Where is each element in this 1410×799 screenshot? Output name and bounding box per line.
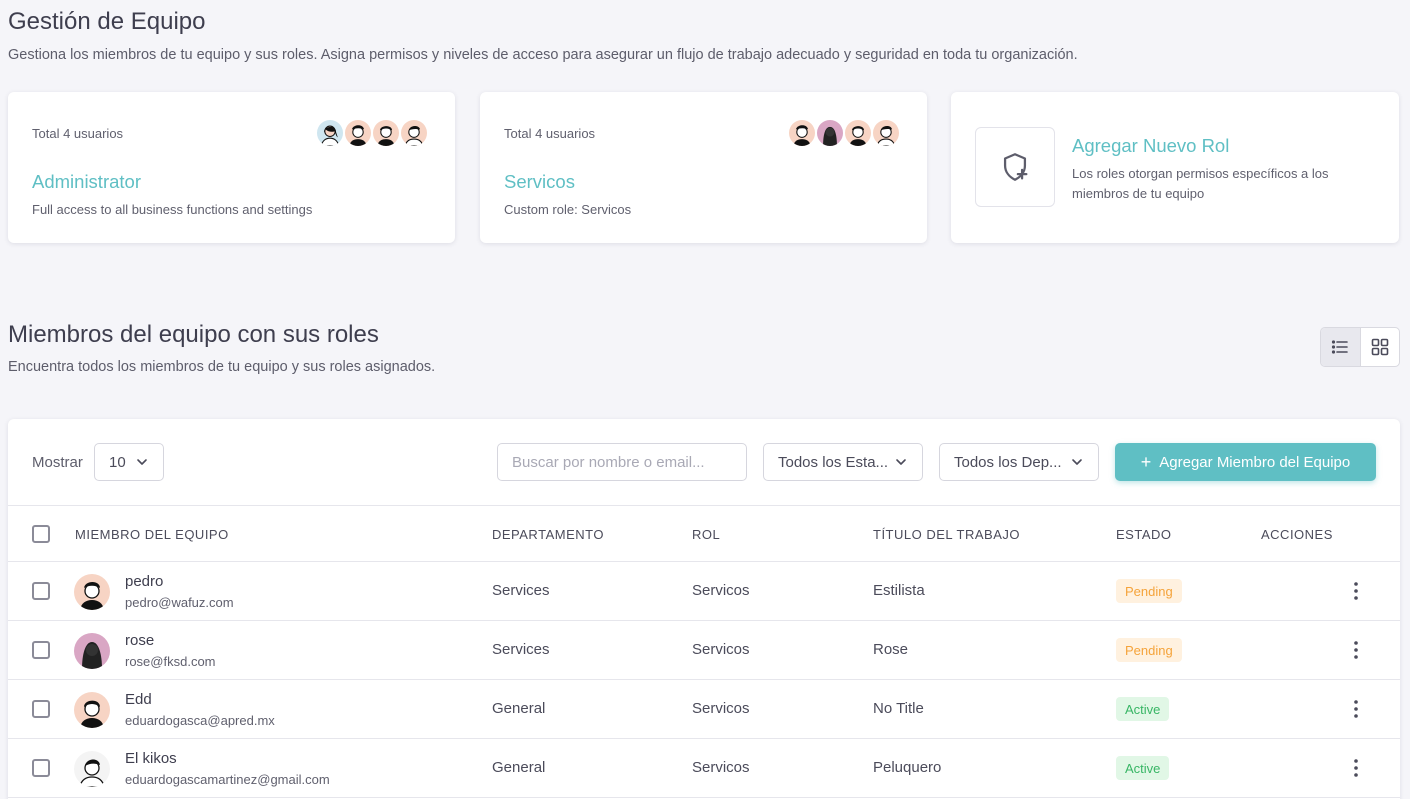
table-row: El kikos eduardogascamartinez@gmail.com …	[8, 739, 1400, 798]
page-title: Gestión de Equipo	[8, 8, 206, 35]
avatar	[343, 118, 373, 148]
status-filter-value: Todos los Esta...	[778, 453, 889, 471]
list-view-button[interactable]	[1321, 328, 1361, 366]
role-name[interactable]: Administrator	[32, 171, 141, 193]
member-job-title: Rose	[873, 641, 909, 658]
avatar	[371, 118, 401, 148]
kebab-menu-icon[interactable]	[1348, 639, 1364, 661]
member-department: General	[492, 759, 546, 776]
column-header-role[interactable]: ROL	[692, 527, 720, 542]
view-toggle	[1320, 327, 1400, 367]
table-row: pedro pedro@wafuz.com Services Servicos …	[8, 562, 1400, 621]
show-entries-label: Mostrar	[32, 454, 83, 471]
row-checkbox[interactable]	[32, 582, 50, 600]
avatar-group	[315, 118, 429, 148]
chevron-down-icon	[1072, 459, 1082, 465]
member-email: eduardogasca@apred.mx	[125, 713, 275, 728]
table-header: MIEMBRO DEL EQUIPO DEPARTAMENTO ROL TÍTU…	[8, 505, 1400, 562]
role-card-administrator[interactable]: Total 4 usuarios Administrator Full acce…	[8, 92, 455, 243]
member-job-title: Estilista	[873, 582, 925, 599]
add-role-description: Los roles otorgan permisos específicos a…	[1072, 166, 1329, 201]
members-table-card: Mostrar 10 Todos los Esta... Todos los D…	[8, 419, 1400, 799]
column-header-job-title[interactable]: TÍTULO DEL TRABAJO	[873, 527, 1020, 542]
table-row: Edd eduardogasca@apred.mx General Servic…	[8, 680, 1400, 739]
add-role-card[interactable]: Agregar Nuevo Rol Los roles otorgan perm…	[951, 92, 1399, 243]
role-name[interactable]: Servicos	[504, 171, 575, 193]
role-user-count: Total 4 usuarios	[504, 126, 596, 141]
role-user-count: Total 4 usuarios	[32, 126, 124, 141]
table-row: rose rose@fksd.com Services Servicos Ros…	[8, 621, 1400, 680]
search-input[interactable]	[497, 443, 747, 481]
row-checkbox[interactable]	[32, 641, 50, 659]
department-filter-value: Todos los Dep...	[954, 453, 1062, 471]
select-all-checkbox[interactable]	[32, 525, 50, 543]
avatar	[815, 118, 845, 148]
chevron-down-icon	[896, 459, 906, 465]
status-badge: Active	[1116, 756, 1170, 780]
grid-icon	[1371, 338, 1389, 356]
member-email: pedro@wafuz.com	[125, 595, 234, 610]
member-role: Servicos	[692, 700, 750, 717]
plus-icon: +	[1140, 452, 1152, 472]
avatar	[74, 574, 110, 610]
page-subtitle: Gestiona los miembros de tu equipo y sus…	[8, 47, 1078, 63]
show-entries-select[interactable]: 10	[94, 443, 164, 481]
kebab-menu-icon[interactable]	[1348, 757, 1364, 779]
add-role-button[interactable]	[975, 127, 1055, 207]
list-icon	[1332, 340, 1349, 354]
avatar-group	[787, 118, 901, 148]
department-filter-select[interactable]: Todos los Dep...	[939, 443, 1099, 481]
member-email: rose@fksd.com	[125, 654, 216, 669]
avatar	[871, 118, 901, 148]
status-filter-select[interactable]: Todos los Esta...	[763, 443, 923, 481]
avatar	[74, 751, 110, 787]
row-checkbox[interactable]	[32, 759, 50, 777]
row-checkbox[interactable]	[32, 700, 50, 718]
member-email: eduardogascamartinez@gmail.com	[125, 772, 330, 787]
kebab-menu-icon[interactable]	[1348, 698, 1364, 720]
member-job-title: No Title	[873, 700, 924, 717]
member-department: Services	[492, 582, 550, 599]
member-name: Edd	[125, 691, 152, 708]
column-header-department[interactable]: DEPARTAMENTO	[492, 527, 604, 542]
add-member-label: Agregar Miembro del Equipo	[1159, 453, 1351, 471]
member-job-title: Peluquero	[873, 759, 942, 776]
member-department: Services	[492, 641, 550, 658]
column-header-actions: ACCIONES	[1261, 527, 1333, 542]
avatar	[399, 118, 429, 148]
members-section-title: Miembros del equipo con sus roles	[8, 321, 379, 348]
role-card-servicos[interactable]: Total 4 usuarios Servicos Custom role: S…	[480, 92, 927, 243]
avatar	[315, 118, 345, 148]
members-section-subtitle: Encuentra todos los miembros de tu equip…	[8, 359, 436, 375]
avatar	[843, 118, 873, 148]
kebab-menu-icon[interactable]	[1348, 580, 1364, 602]
status-badge: Pending	[1116, 638, 1182, 662]
add-role-title[interactable]: Agregar Nuevo Rol	[1072, 135, 1229, 157]
chevron-down-icon	[137, 459, 147, 465]
grid-view-button[interactable]	[1361, 328, 1400, 366]
member-role: Servicos	[692, 641, 750, 658]
add-member-button[interactable]: + Agregar Miembro del Equipo	[1115, 443, 1376, 481]
avatar	[74, 692, 110, 728]
member-role: Servicos	[692, 582, 750, 599]
avatar	[787, 118, 817, 148]
member-department: General	[492, 700, 546, 717]
column-header-status[interactable]: ESTADO	[1116, 527, 1172, 542]
member-name: pedro	[125, 573, 164, 590]
shield-plus-icon	[1003, 153, 1028, 181]
member-name: rose	[125, 632, 155, 649]
member-name: El kikos	[125, 750, 177, 767]
column-header-member[interactable]: MIEMBRO DEL EQUIPO	[75, 527, 229, 542]
role-description: Custom role: Servicos	[504, 202, 632, 217]
status-badge: Pending	[1116, 579, 1182, 603]
avatar	[74, 633, 110, 669]
status-badge: Active	[1116, 697, 1170, 721]
role-description: Full access to all business functions an…	[32, 202, 313, 217]
member-role: Servicos	[692, 759, 750, 776]
show-entries-value: 10	[109, 453, 126, 471]
